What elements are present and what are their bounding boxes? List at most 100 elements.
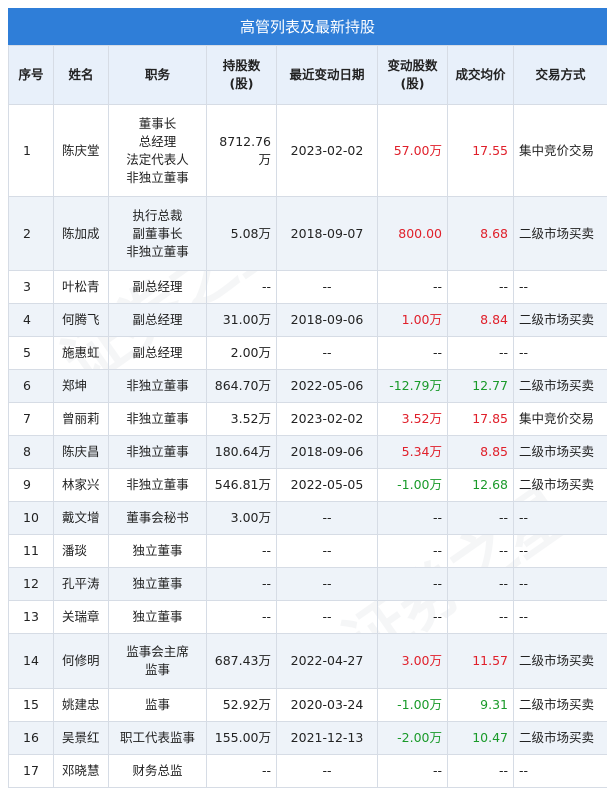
row-price: 12.77 xyxy=(447,369,514,403)
row-change: -- xyxy=(377,534,448,568)
row-shares: 155.00万 xyxy=(206,721,277,755)
header-shares: 持股数 (股) xyxy=(206,45,277,105)
position-line: 非独立董事 xyxy=(126,169,189,185)
table-row: 9 林家兴 非独立董事 546.81万 2022-05-05 -1.00万 12.68 二级市… xyxy=(8,468,607,502)
row-index: 9 xyxy=(8,468,54,502)
header-idx: 序号 xyxy=(8,45,54,105)
header-price: 成交均价 xyxy=(447,45,514,105)
row-change: -12.79万 xyxy=(377,369,448,403)
row-index: 12 xyxy=(8,567,54,601)
row-change: -- xyxy=(377,600,448,634)
table-row: 14 何修明 监事会主席 监事 687.43万 2022-04-27 3.00万 11.57 二… xyxy=(8,633,607,689)
row-name: 曾丽莉 xyxy=(53,402,109,436)
position-line: 总经理 xyxy=(138,133,177,149)
position-line: 法定代表人 xyxy=(126,151,189,167)
position-line: 监事会主席 xyxy=(126,644,189,659)
table-row: 12 孔平涛 独立董事 -- -- -- -- -- xyxy=(8,567,607,601)
row-mode: 集中竞价交易 xyxy=(513,402,607,436)
table-row: 2 陈加成 执行总裁 副董事长 非独立董事 5.08万 2018-09-07 800.00 8.… xyxy=(8,196,607,271)
row-name: 林家兴 xyxy=(53,468,109,502)
row-index: 5 xyxy=(8,336,54,370)
row-shares: -- xyxy=(206,534,277,568)
position-line: 独立董事 xyxy=(132,609,183,624)
holdings-panel: 高管列表及最新持股 序号 姓名 职务 持股数 (股) 最近变动日期 变动股数 (股)… xyxy=(8,8,607,788)
row-date: -- xyxy=(276,270,378,304)
row-shares: 8712.76万 xyxy=(206,104,277,197)
row-index: 16 xyxy=(8,721,54,755)
row-index: 2 xyxy=(8,196,54,271)
row-index: 8 xyxy=(8,435,54,469)
header-change-line2: (股) xyxy=(400,76,425,91)
table-row: 13 关瑞章 独立董事 -- -- -- -- -- xyxy=(8,600,607,634)
table-row: 1 陈庆堂 董事长 总经理 法定代表人 非独立董事 8712.76万 2023-02-02 57… xyxy=(8,104,607,197)
row-shares: -- xyxy=(206,567,277,601)
row-change: 5.34万 xyxy=(377,435,448,469)
table-row: 6 郑坤 非独立董事 864.70万 2022-05-06 -12.79万 12.77 二级市… xyxy=(8,369,607,403)
header-position: 职务 xyxy=(108,45,207,105)
panel-title: 高管列表及最新持股 xyxy=(8,8,607,45)
row-price: 10.47 xyxy=(447,721,514,755)
row-change: -- xyxy=(377,501,448,535)
row-name: 叶松青 xyxy=(53,270,109,304)
row-name: 戴文增 xyxy=(53,501,109,535)
row-mode: 二级市场买卖 xyxy=(513,435,607,469)
row-index: 7 xyxy=(8,402,54,436)
row-price: -- xyxy=(447,534,514,568)
row-index: 1 xyxy=(8,104,54,197)
row-price: -- xyxy=(447,567,514,601)
position-line: 执行总裁 xyxy=(132,207,183,223)
position-line: 职工代表监事 xyxy=(119,730,195,745)
row-price: -- xyxy=(447,270,514,304)
header-shares-line1: 持股数 xyxy=(222,58,261,73)
row-name: 陈庆堂 xyxy=(53,104,109,197)
row-position: 非独立董事 xyxy=(108,468,207,502)
row-date: -- xyxy=(276,567,378,601)
row-change: -- xyxy=(377,754,448,788)
row-date: 2018-09-07 xyxy=(276,196,378,271)
holdings-table: 序号 姓名 职务 持股数 (股) 最近变动日期 变动股数 (股) 成交均价 交易方式… xyxy=(8,45,607,788)
row-mode: -- xyxy=(513,567,607,601)
position-line: 非独立董事 xyxy=(126,243,189,259)
row-date: 2018-09-06 xyxy=(276,435,378,469)
header-date: 最近变动日期 xyxy=(276,45,378,105)
row-position: 董事长总经理法定代表人非独立董事 xyxy=(108,104,207,197)
row-shares: 546.81万 xyxy=(206,468,277,502)
row-shares: 52.92万 xyxy=(206,688,277,722)
row-shares: -- xyxy=(206,600,277,634)
row-name: 施惠虹 xyxy=(53,336,109,370)
table-body: 1 陈庆堂 董事长 总经理 法定代表人 非独立董事 8712.76万 2023-02-02 57… xyxy=(8,104,607,788)
row-mode: 二级市场买卖 xyxy=(513,468,607,502)
row-mode: -- xyxy=(513,754,607,788)
row-shares: 3.00万 xyxy=(206,501,277,535)
row-name: 陈加成 xyxy=(53,196,109,271)
position-line: 董事长 xyxy=(138,115,177,131)
row-price: -- xyxy=(447,600,514,634)
row-position: 独立董事 xyxy=(108,567,207,601)
position-line: 监事 xyxy=(144,697,170,712)
position-line: 财务总监 xyxy=(132,763,183,778)
position-line: 非独立董事 xyxy=(126,378,189,393)
row-change: -1.00万 xyxy=(377,688,448,722)
row-change: 1.00万 xyxy=(377,303,448,337)
row-change: -1.00万 xyxy=(377,468,448,502)
row-position: 职工代表监事 xyxy=(108,721,207,755)
table-row: 4 何腾飞 副总经理 31.00万 2018-09-06 1.00万 8.84 二级市场买卖 xyxy=(8,303,607,337)
row-shares: 687.43万 xyxy=(206,633,277,689)
table-row: 15 姚建忠 监事 52.92万 2020-03-24 -1.00万 9.31 二级市场买卖 xyxy=(8,688,607,722)
position-line: 非独立董事 xyxy=(126,444,189,459)
row-position: 独立董事 xyxy=(108,600,207,634)
row-position: 监事 xyxy=(108,688,207,722)
row-position: 董事会秘书 xyxy=(108,501,207,535)
table-row: 3 叶松青 副总经理 -- -- -- -- -- xyxy=(8,270,607,304)
row-position: 非独立董事 xyxy=(108,369,207,403)
row-name: 郑坤 xyxy=(53,369,109,403)
row-change: -- xyxy=(377,567,448,601)
row-mode: 二级市场买卖 xyxy=(513,688,607,722)
position-line: 董事会秘书 xyxy=(126,510,189,525)
position-line: 副董事长 xyxy=(132,225,183,241)
row-index: 3 xyxy=(8,270,54,304)
row-position: 副总经理 xyxy=(108,303,207,337)
row-change: -- xyxy=(377,336,448,370)
row-mode: -- xyxy=(513,336,607,370)
row-shares: 864.70万 xyxy=(206,369,277,403)
